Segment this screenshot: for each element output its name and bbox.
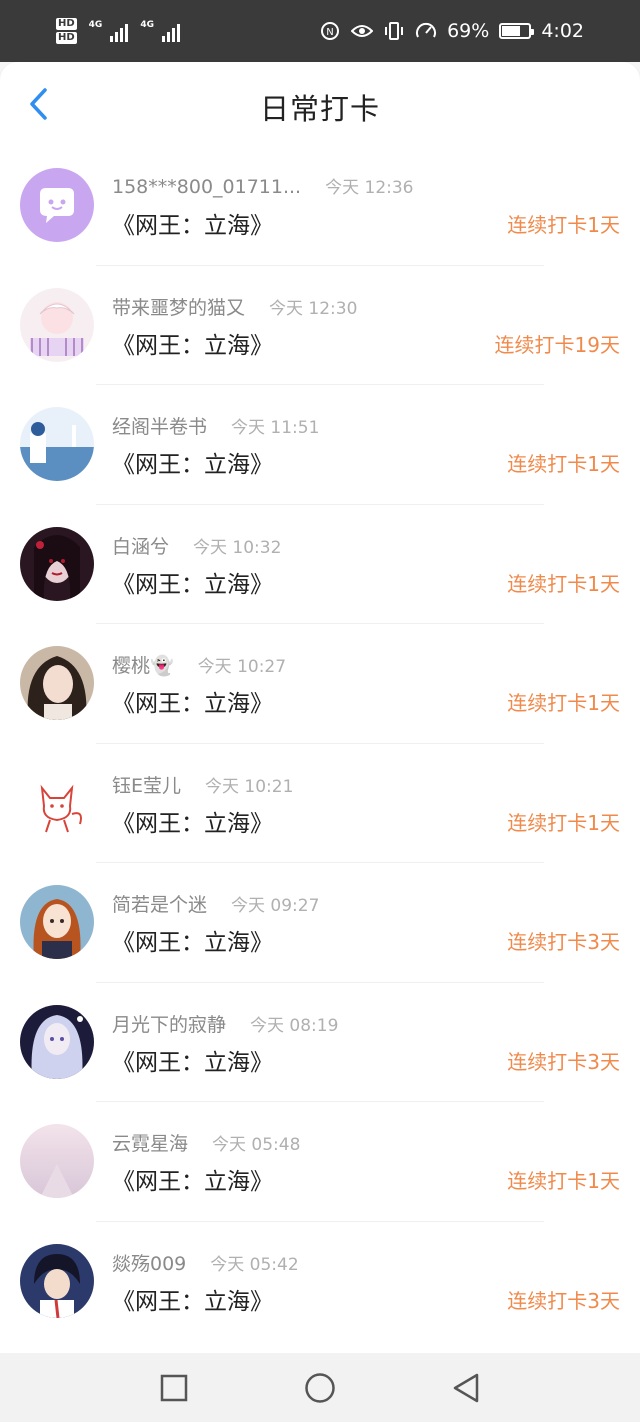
user-name: 简若是个迷 今天 09:27 xyxy=(112,894,320,916)
book-title: 《网王：立海》 xyxy=(112,1169,273,1195)
system-nav-bar xyxy=(0,1353,640,1422)
user-name: 燚殇009 今天 05:42 xyxy=(112,1252,299,1275)
user-name: 樱桃👻 今天 10:27 xyxy=(112,655,287,677)
battery-icon xyxy=(499,23,535,39)
streak-label: 连续打卡1天 xyxy=(507,810,620,835)
streak-label: 连续打卡3天 xyxy=(507,930,620,954)
list-item[interactable]: 燚殇009 今天 05:42 《网王：立海》 连续打卡3天 xyxy=(0,1222,640,1342)
list-item[interactable]: 简若是个迷 今天 09:27 《网王：立海》 连续打卡3天 xyxy=(0,863,640,983)
book-title: 《网王：立海》 xyxy=(112,213,273,239)
book-title: 《网王：立海》 xyxy=(112,452,273,478)
network-type-2: 4G xyxy=(140,20,154,30)
hd-indicator: HD HD xyxy=(56,18,77,44)
checkin-time: 今天 10:27 xyxy=(197,657,287,677)
book-title: 《网王：立海》 xyxy=(112,1049,273,1076)
checkin-list[interactable]: 158***800_01711... 今天 12:36 《网王：立海》 连续打卡1… xyxy=(0,146,640,1353)
avatar[interactable] xyxy=(20,287,94,362)
avatar[interactable] xyxy=(20,1004,94,1079)
battery-fill xyxy=(502,26,521,36)
streak-label: 连续打卡1天 xyxy=(507,571,620,596)
list-item[interactable]: 经阁半卷书 今天 11:51 《网王：立海》 连续打卡1天 xyxy=(0,385,640,505)
svg-text:N: N xyxy=(326,27,333,38)
streak-label: 连续打卡1天 xyxy=(507,1169,620,1193)
streak-label: 连续打卡3天 xyxy=(507,1049,620,1074)
checkin-time: 今天 12:30 xyxy=(269,298,358,319)
streak-label: 连续打卡1天 xyxy=(507,691,620,715)
checkin-time: 今天 08:19 xyxy=(250,1015,339,1036)
list-item[interactable]: 158***800_01711... 今天 12:36 《网王：立海》 连续打卡1… xyxy=(0,146,640,266)
clock: 4:02 xyxy=(541,20,584,42)
list-item[interactable]: 带来噩梦的猫又 今天 12:30 《网王：立海》 连续打卡19天 xyxy=(0,266,640,385)
eye-icon xyxy=(351,20,374,42)
checkin-time: 今天 11:51 xyxy=(231,418,320,438)
battery-percent: 69% xyxy=(447,20,490,42)
book-title: 《网王：立海》 xyxy=(112,332,273,359)
checkin-time: 今天 09:27 xyxy=(231,896,320,916)
home-button[interactable] xyxy=(300,1368,340,1408)
user-name: 经阁半卷书 今天 11:51 xyxy=(112,416,320,438)
status-bar: HD HD 4G 4G N 69% 4:02 xyxy=(0,0,640,62)
avatar[interactable] xyxy=(20,526,94,601)
avatar[interactable] xyxy=(20,885,94,959)
book-title: 《网王：立海》 xyxy=(112,810,273,837)
user-name: 云霓星海 今天 05:48 xyxy=(112,1133,301,1155)
hd-badge-2: HD xyxy=(56,32,77,44)
nav-back-button[interactable] xyxy=(446,1368,486,1408)
book-title: 《网王：立海》 xyxy=(112,1288,273,1315)
streak-label: 连续打卡1天 xyxy=(507,213,620,237)
book-title: 《网王：立海》 xyxy=(112,691,273,717)
page-title: 日常打卡 xyxy=(259,92,380,126)
avatar[interactable] xyxy=(20,1243,94,1318)
signal-icon xyxy=(161,20,180,42)
book-title: 《网王：立海》 xyxy=(112,930,273,956)
user-name: 带来噩梦的猫又 今天 12:30 xyxy=(112,296,358,319)
avatar[interactable] xyxy=(20,646,94,720)
checkin-time: 今天 10:21 xyxy=(205,776,294,797)
avatar[interactable] xyxy=(20,168,94,242)
list-item[interactable]: 樱桃👻 今天 10:27 《网王：立海》 连续打卡1天 xyxy=(0,624,640,744)
recent-apps-button[interactable] xyxy=(154,1368,194,1408)
vibrate-icon xyxy=(383,20,405,42)
user-name: 月光下的寂静 今天 08:19 xyxy=(112,1013,339,1036)
network-type-1: 4G xyxy=(88,20,103,30)
square-icon xyxy=(160,1374,188,1401)
list-item[interactable]: 钰E莹儿 今天 10:21 《网王：立海》 连续打卡1天 xyxy=(0,744,640,863)
streak-label: 连续打卡19天 xyxy=(494,332,620,357)
nfc-icon: N xyxy=(319,20,341,42)
streak-label: 连续打卡3天 xyxy=(507,1288,620,1313)
list-item[interactable]: 月光下的寂静 今天 08:19 《网王：立海》 连续打卡3天 xyxy=(0,983,640,1102)
circle-icon xyxy=(305,1372,335,1403)
signal-icon xyxy=(110,20,129,42)
status-right: N 69% 4:02 xyxy=(319,20,584,42)
avatar[interactable] xyxy=(20,765,94,840)
avatar[interactable] xyxy=(20,407,94,481)
streak-label: 连续打卡1天 xyxy=(507,452,620,476)
checkin-time: 今天 12:36 xyxy=(325,178,414,198)
checkin-time: 今天 05:48 xyxy=(212,1135,301,1155)
user-name: 白涵兮 今天 10:32 xyxy=(112,535,282,558)
checkin-time: 今天 05:42 xyxy=(210,1254,299,1275)
user-name: 158***800_01711... 今天 12:36 xyxy=(112,176,414,198)
triangle-back-icon xyxy=(453,1373,479,1402)
checkin-time: 今天 10:32 xyxy=(193,537,282,558)
hd-badge-1: HD xyxy=(56,18,77,30)
avatar[interactable] xyxy=(20,1124,94,1198)
signal-area: HD HD 4G 4G xyxy=(56,18,180,44)
page-header: 日常打卡 xyxy=(0,62,640,146)
list-item[interactable]: 白涵兮 今天 10:32 《网王：立海》 连续打卡1天 xyxy=(0,505,640,624)
user-name: 钰E莹儿 今天 10:21 xyxy=(112,774,294,797)
speed-icon xyxy=(415,20,437,42)
book-title: 《网王：立海》 xyxy=(112,571,273,598)
list-item[interactable]: 云霓星海 今天 05:48 《网王：立海》 连续打卡1天 xyxy=(0,1102,640,1222)
